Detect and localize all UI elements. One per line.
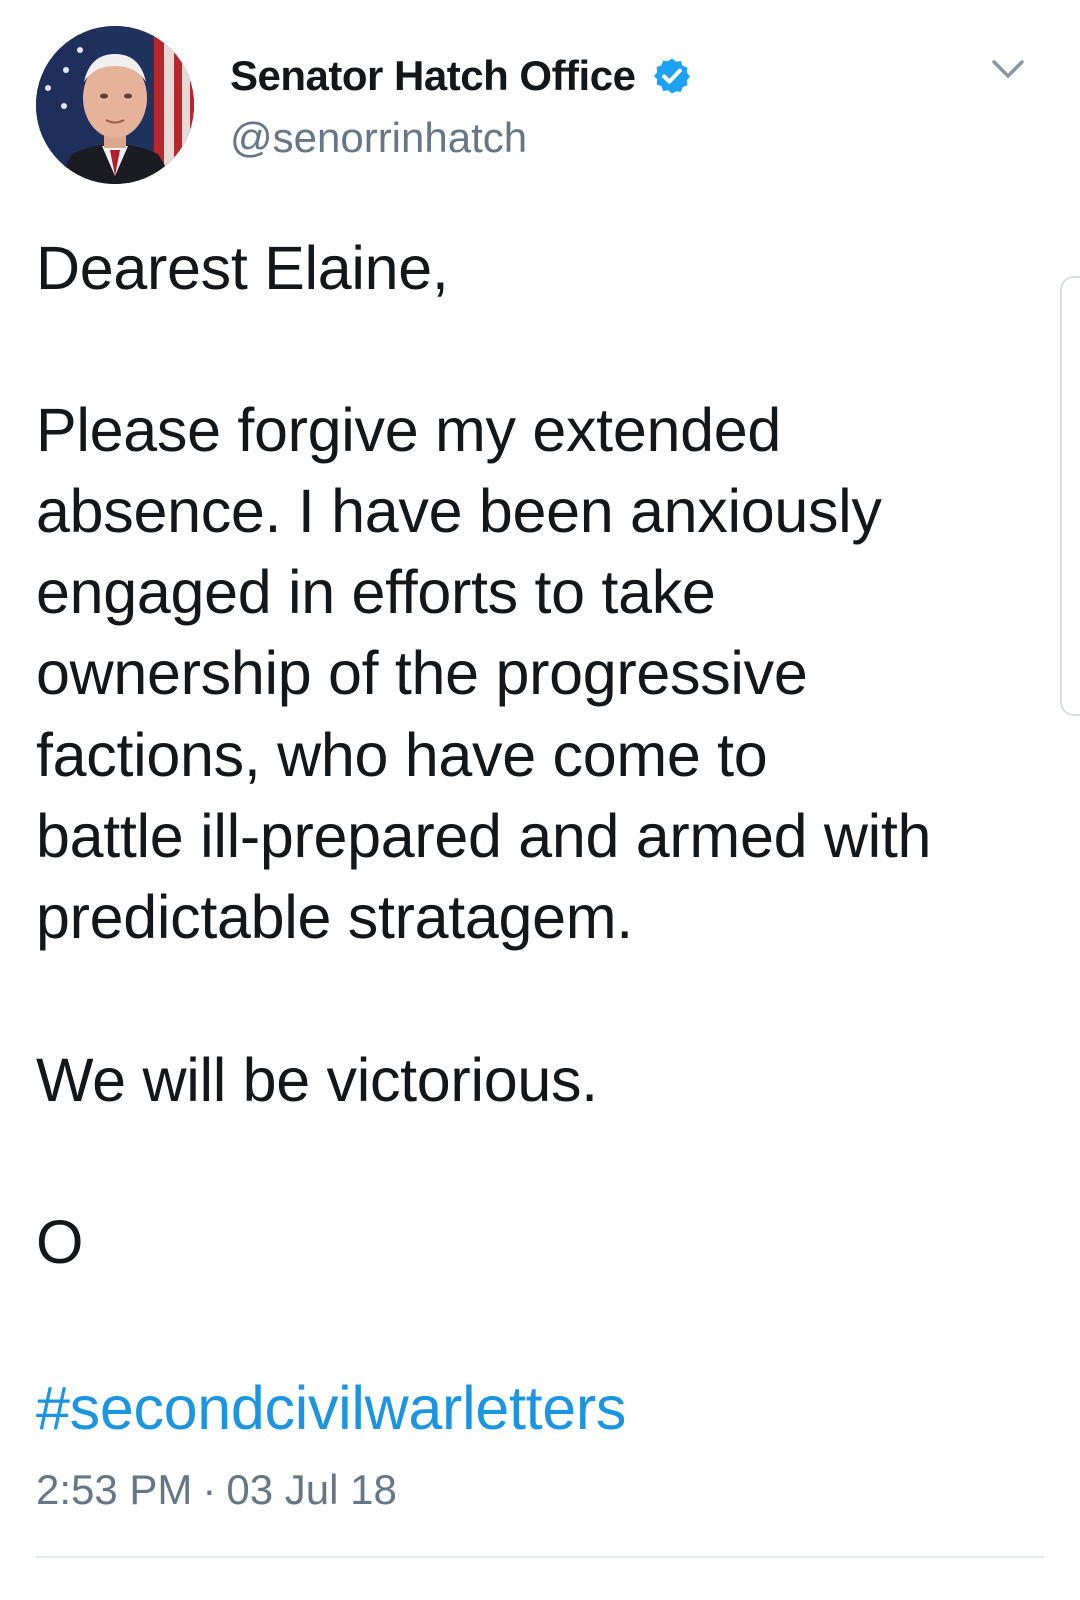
tweet-card: Senator Hatch Office @senorrinhatch Dear…	[0, 0, 1080, 1600]
user-handle[interactable]: @senorrinhatch	[230, 114, 527, 162]
tweet-date: 03 Jul 18	[226, 1466, 397, 1513]
avatar-image	[36, 26, 194, 184]
tweet-line-1: Please forgive my extended	[36, 396, 781, 464]
tweet-closing: We will be victorious.	[36, 1046, 598, 1114]
tweet-line-5: factions, who have come to	[36, 721, 768, 789]
hashtag-link[interactable]: #secondcivilwarletters	[36, 1368, 626, 1450]
tweet-line-6: battle ill-prepared and armed with	[36, 802, 932, 870]
avatar[interactable]	[36, 26, 194, 184]
tweet-timestamp[interactable]: 2:53 PM · 03 Jul 18	[36, 1466, 397, 1514]
display-name[interactable]: Senator Hatch Office	[230, 52, 636, 100]
tweet-time: 2:53 PM	[36, 1466, 193, 1513]
tweet-line-3: engaged in efforts to take	[36, 558, 716, 626]
chevron-down-icon[interactable]	[990, 56, 1026, 84]
scroll-edge-handle[interactable]	[1060, 276, 1080, 716]
meta-separator: ·	[202, 1466, 217, 1513]
tweet-line-4: ownership of the progressive	[36, 639, 808, 707]
tweet-line-2: absence. I have been anxiously	[36, 477, 882, 545]
tweet-signature: O	[36, 1208, 84, 1276]
tweet-line-7: predictable stratagem.	[36, 883, 633, 951]
verified-badge-icon	[654, 58, 690, 94]
divider	[36, 1556, 1044, 1558]
tweet-greeting: Dearest Elaine,	[36, 234, 449, 302]
